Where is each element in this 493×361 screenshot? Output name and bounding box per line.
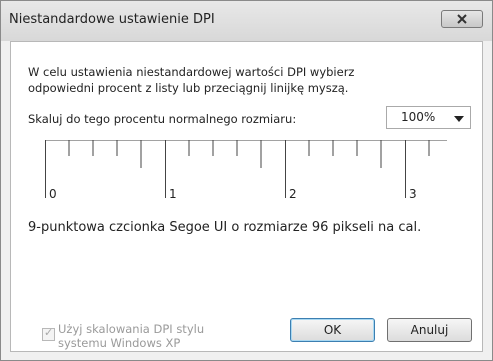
xp-scaling-label-line-1: Użyj skalowania DPI stylu <box>58 322 205 336</box>
ruler-label-2: 2 <box>289 187 297 200</box>
checkmark-icon: ✓ <box>44 326 54 339</box>
description-line-2: odpowiedni procent z listy lub przeciągn… <box>28 81 349 95</box>
xp-scaling-label: Użyj skalowania DPI stylu systemu Window… <box>58 322 238 350</box>
ruler-label-0: 0 <box>49 187 57 200</box>
dialog-window: Niestandardowe ustawienie DPI W celu ust… <box>0 0 493 361</box>
ruler-label-3: 3 <box>409 187 417 200</box>
xp-scaling-label-line-2: systemu Windows XP <box>58 336 181 350</box>
window-title: Niestandardowe ustawienie DPI <box>9 12 215 27</box>
font-sample-text: 9-punktowa czcionka Segoe UI o rozmiarze… <box>28 220 422 235</box>
scale-dropdown[interactable]: 100% <box>386 106 471 129</box>
ok-button[interactable]: OK <box>290 318 375 342</box>
close-icon <box>457 14 467 24</box>
scale-value: 100% <box>401 110 436 124</box>
dropdown-arrow-icon[interactable] <box>454 116 464 122</box>
ruler-label-1: 1 <box>169 187 177 200</box>
title-bar[interactable]: Niestandardowe ustawienie DPI <box>1 1 492 41</box>
close-button[interactable] <box>441 10 483 28</box>
dpi-ruler[interactable]: 0 1 2 3 <box>45 140 447 200</box>
description: W celu ustawienia niestandardowej wartoś… <box>28 64 448 96</box>
cancel-button[interactable]: Anuluj <box>387 318 472 342</box>
scale-label: Skaluj do tego procentu normalnego rozmi… <box>28 112 297 126</box>
description-line-1: W celu ustawienia niestandardowej wartoś… <box>28 65 355 79</box>
dialog-body: W celu ustawienia niestandardowej wartoś… <box>10 41 483 352</box>
xp-scaling-checkbox[interactable]: ✓ Użyj skalowania DPI stylu systemu Wind… <box>42 322 242 354</box>
checkbox-box[interactable]: ✓ <box>42 326 55 341</box>
